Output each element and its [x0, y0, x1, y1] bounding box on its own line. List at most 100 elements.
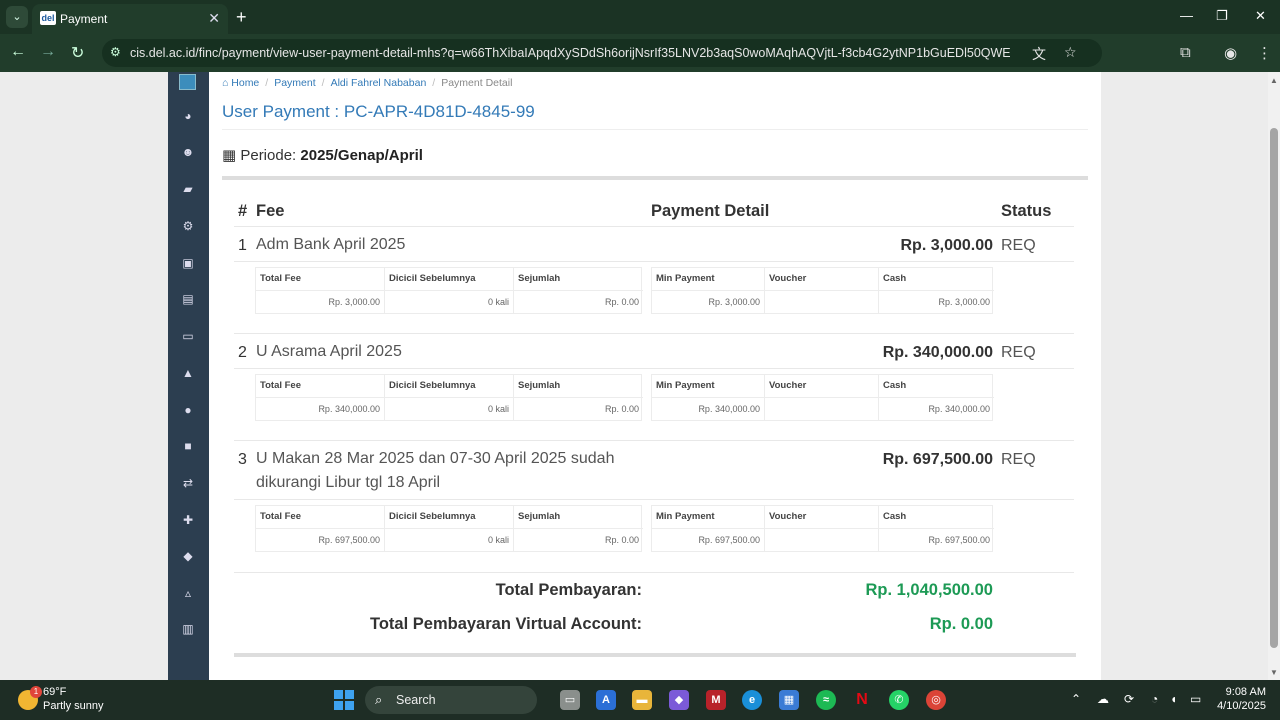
id-card-icon[interactable]: ▭	[180, 329, 196, 343]
fee-amount: Rp. 340,000.00	[882, 344, 993, 361]
comments-icon[interactable]: ●	[180, 403, 196, 417]
scrollbar-thumb[interactable]	[1270, 128, 1278, 648]
sidebar-toggle[interactable]	[179, 74, 196, 90]
volume-icon[interactable]: ◖	[1170, 692, 1177, 706]
scroll-down-icon[interactable]: ▼	[1270, 668, 1278, 677]
sub-table-left: Total Fee Dicicil Sebelumnya Sejumlah Rp…	[255, 374, 643, 421]
update-icon[interactable]: ⟳	[1124, 692, 1134, 706]
mcafee-icon[interactable]: M	[706, 690, 726, 710]
app-sidebar: ◕ ☻ ▰ ⚙ ▣ ▤ ▭ ▲ ● ■ ⇄ ✚ ◆ ▵ ▥	[168, 72, 209, 680]
windows-start-icon[interactable]	[334, 690, 354, 710]
breadcrumb-payment[interactable]: Payment	[274, 77, 315, 89]
status-badge: REQ	[1001, 451, 1036, 468]
breadcrumb-separator: /	[321, 77, 325, 89]
sub-value: Rp. 340,000.00	[652, 397, 765, 420]
total-pembayaran-label: Total Pembayaran:	[495, 581, 642, 599]
header-num: #	[238, 202, 248, 220]
url-text[interactable]: cis.del.ac.id/finc/payment/view-user-pay…	[130, 46, 1010, 60]
spotify-icon[interactable]: ≈	[816, 690, 836, 710]
extensions-icon[interactable]: ⧉	[1180, 44, 1191, 61]
store-icon[interactable]: ▦	[779, 690, 799, 710]
site-info-icon[interactable]: ⚙	[110, 45, 121, 59]
total-va-value: Rp. 0.00	[929, 615, 993, 633]
chrome-icon[interactable]: ◎	[926, 690, 946, 710]
cogs-icon[interactable]: ⚙	[180, 219, 196, 233]
weather-condition: Partly sunny	[43, 700, 104, 712]
bar-chart-icon[interactable]: ▥	[180, 622, 196, 636]
maximize-icon[interactable]: ❐	[1216, 8, 1228, 24]
search-label: Search	[396, 693, 436, 707]
dashboard-icon[interactable]: ◕	[180, 109, 196, 123]
wifi-icon[interactable]: ◔	[1151, 692, 1158, 706]
netflix-icon[interactable]: N	[852, 690, 872, 710]
whatsapp-icon[interactable]: ✆	[889, 690, 909, 710]
sub-value: Rp. 3,000.00	[652, 290, 765, 313]
flask-icon[interactable]: ▵	[180, 586, 196, 600]
book-icon[interactable]: ▰	[180, 182, 196, 196]
forward-icon[interactable]: →	[40, 43, 56, 61]
users-icon[interactable]: ☻	[180, 145, 196, 159]
sub-header: Total Fee	[256, 375, 385, 397]
minimize-icon[interactable]: —	[1180, 8, 1193, 23]
translate-icon[interactable]: 文	[1032, 44, 1046, 64]
new-tab-icon[interactable]: +	[236, 7, 247, 28]
vscode-icon[interactable]: A	[596, 690, 616, 710]
task-view-icon[interactable]: ▭	[560, 690, 580, 710]
breadcrumb-user[interactable]: Aldi Fahrel Nababan	[331, 77, 427, 89]
tray-chevron-icon[interactable]: ⌃	[1071, 692, 1081, 706]
fee-name: U Makan 28 Mar 2025 dan 07-30 April 2025…	[256, 450, 615, 491]
calendar-icon: ▦	[222, 147, 241, 164]
home-icon[interactable]: ⌂	[222, 77, 231, 89]
back-icon[interactable]: ←	[10, 43, 26, 61]
divider	[234, 499, 1074, 500]
file-explorer-icon[interactable]: ▬	[632, 690, 652, 710]
profile-avatar-icon[interactable]: ◉	[1224, 44, 1237, 62]
fee-amount: Rp. 697,500.00	[882, 451, 993, 468]
reload-icon[interactable]: ↻	[71, 43, 84, 63]
ticket-icon[interactable]: ◆	[180, 549, 196, 563]
sub-header: Dicicil Sebelumnya	[385, 506, 514, 528]
row-number: 1	[238, 237, 247, 254]
graduation-cap-icon[interactable]: ▲	[180, 366, 196, 380]
taskbar-clock[interactable]: 9:08 AM 4/10/2025	[1214, 686, 1266, 712]
status-badge: REQ	[1001, 237, 1036, 254]
battery-icon[interactable]: ▭	[1190, 692, 1201, 706]
onedrive-icon[interactable]: ☁	[1097, 692, 1109, 706]
close-window-icon[interactable]: ✕	[1255, 8, 1266, 24]
copilot-icon[interactable]: ◆	[669, 690, 689, 710]
fee-name: Adm Bank April 2025	[256, 236, 406, 253]
sub-value: Rp. 3,000.00	[879, 290, 994, 313]
bookmark-star-icon[interactable]: ☆	[1064, 44, 1077, 61]
browser-menu-icon[interactable]: ⋮	[1257, 44, 1272, 62]
taskbar-search[interactable]: ⌕ Search	[365, 686, 537, 714]
tab-search-dropdown-icon[interactable]: ⌄	[6, 6, 28, 28]
site-favicon: del	[40, 11, 56, 25]
archive-icon[interactable]: ■	[180, 439, 196, 453]
windows-taskbar: 1 69°F Partly sunny ⌕ Search ▭ A ▬ ◆ M e…	[0, 680, 1280, 720]
scroll-up-icon[interactable]: ▲	[1270, 76, 1278, 85]
browser-tab-bar: ⌄ del Payment ✕ + — ❐ ✕	[0, 0, 1280, 34]
file-icon[interactable]: ▤	[180, 292, 196, 306]
address-bar[interactable]: ⚙ cis.del.ac.id/finc/payment/view-user-p…	[102, 39, 1102, 67]
page-scrollbar[interactable]: ▲ ▼	[1268, 72, 1280, 680]
browser-tab[interactable]: del Payment ✕	[32, 4, 228, 34]
total-va-label: Total Pembayaran Virtual Account:	[369, 615, 642, 633]
sub-value: 0 kali	[385, 290, 514, 313]
breadcrumb-home[interactable]: Home	[231, 77, 259, 89]
breadcrumb-current: Payment Detail	[441, 77, 513, 89]
sub-value	[765, 397, 879, 420]
sub-table-right: Min Payment Voucher Cash Rp. 340,000.00 …	[651, 374, 994, 421]
edge-icon[interactable]: e	[742, 690, 762, 710]
sub-value: Rp. 697,500.00	[879, 528, 994, 551]
close-tab-icon[interactable]: ✕	[208, 10, 220, 27]
row-number: 3	[238, 451, 247, 468]
sub-header: Voucher	[765, 506, 879, 528]
sub-header: Sejumlah	[518, 511, 561, 522]
exchange-icon[interactable]: ⇄	[180, 476, 196, 490]
sub-header: Sejumlah	[518, 380, 561, 391]
medkit-icon[interactable]: ✚	[180, 513, 196, 527]
row-number: 2	[238, 344, 247, 361]
money-icon[interactable]: ▣	[180, 256, 196, 270]
sub-value: Rp. 340,000.00	[256, 397, 385, 420]
divider	[234, 653, 1076, 657]
